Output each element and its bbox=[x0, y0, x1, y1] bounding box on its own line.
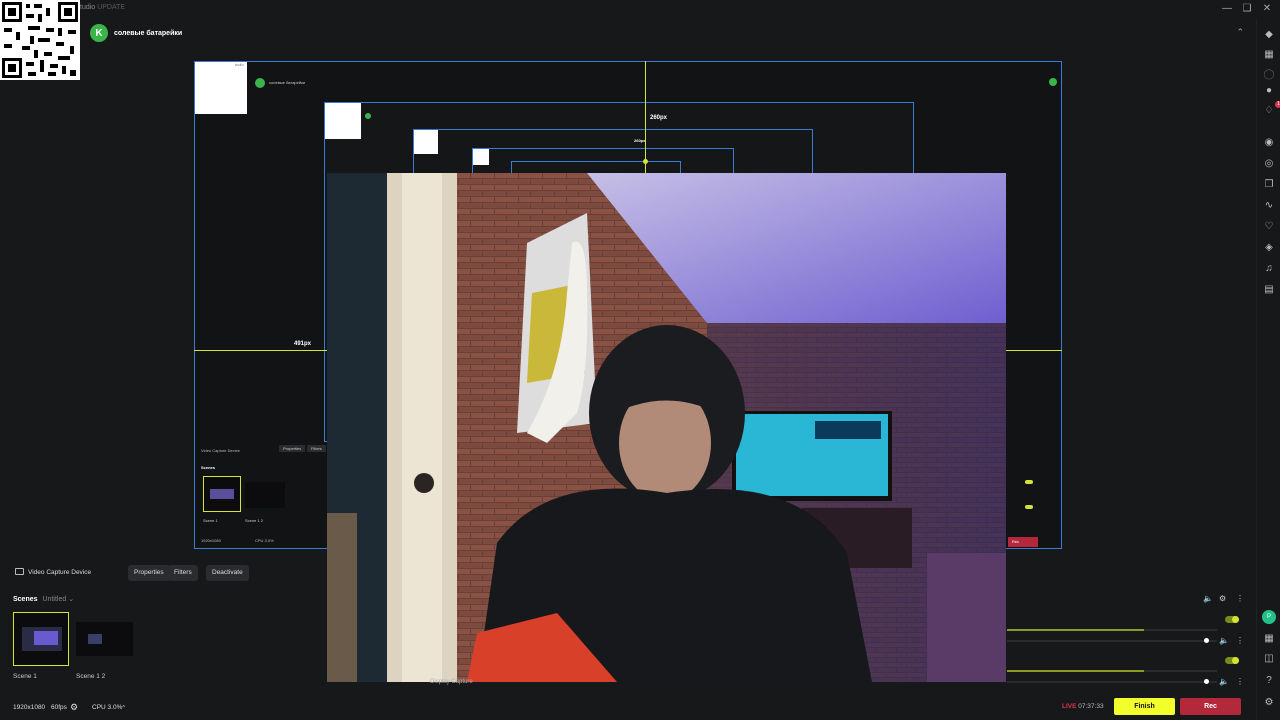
scenes-icon[interactable]: ❐ bbox=[1262, 178, 1276, 192]
right-sidebar: ◆ ▦ ◯ ● ♢ 1 ◉ ◎ ❐ ∿ ♡ ◈ ♫ ▤ P ▦ ◫ ? ⚙ bbox=[1256, 20, 1280, 720]
qr-code bbox=[0, 0, 80, 80]
live-indicator: LIVE 07:37:33 bbox=[1062, 703, 1104, 710]
scenes-header: Scenes Untitled ⌄ bbox=[13, 595, 75, 604]
alignment-guide-horizontal-left bbox=[194, 350, 327, 351]
source-name: Video Capture Device bbox=[28, 569, 92, 576]
nested-source-name: Video Capture Device bbox=[201, 448, 240, 453]
scene-thumb-1[interactable] bbox=[13, 612, 69, 666]
expand-icon[interactable]: ⌃ bbox=[121, 704, 126, 712]
nested-rec: Rec bbox=[1008, 537, 1038, 547]
mixer-mute-icon-1[interactable]: 🔈 bbox=[1219, 636, 1229, 645]
stats-settings-icon[interactable]: ⚙ bbox=[70, 702, 78, 713]
rec-button[interactable]: Rec bbox=[1180, 698, 1241, 715]
profile-name: солевые батарейки bbox=[114, 29, 183, 37]
nested-cpu: CPU 3.0% bbox=[255, 538, 274, 543]
nested-scene-thumb-1 bbox=[203, 476, 241, 512]
alignment-guide-vertical bbox=[645, 61, 646, 173]
fps: 60fps bbox=[51, 704, 67, 711]
mixer-volume-icon[interactable]: 🔈 bbox=[1203, 594, 1213, 603]
nested-logo-icon bbox=[255, 78, 265, 88]
trash-icon[interactable]: ▤ bbox=[1262, 283, 1276, 297]
nested-scene-thumb-2 bbox=[245, 482, 285, 508]
mixer-more-icon[interactable]: ⋮ bbox=[1236, 594, 1244, 603]
nested-scene-label-2: Scene 1 2 bbox=[245, 518, 264, 523]
layout-editor-icon[interactable]: ◫ bbox=[1262, 652, 1276, 666]
nested-title: tudio bbox=[235, 62, 244, 67]
scene-label-1: Scene 1 bbox=[13, 673, 37, 680]
video-source-icon bbox=[15, 568, 24, 575]
guide-left-label: 491px bbox=[294, 341, 312, 347]
heart-icon[interactable]: ♡ bbox=[1262, 220, 1276, 234]
mixer-settings-icon[interactable]: ⚙ bbox=[1219, 594, 1226, 603]
mixer-volume-track-1 bbox=[1007, 640, 1217, 642]
mixer-mute-icon-2[interactable]: 🔈 bbox=[1219, 677, 1229, 686]
guide-top-label: 260px bbox=[650, 115, 668, 121]
link-icon[interactable]: ∿ bbox=[1262, 199, 1276, 213]
cpu-usage: CPU 3.0% bbox=[92, 704, 123, 711]
layout-icon[interactable]: ▦ bbox=[1262, 48, 1276, 62]
studio-logo-icon: K bbox=[90, 24, 108, 42]
window-controls: — ❑ ✕ bbox=[1220, 2, 1274, 16]
maximize-icon[interactable]: ❑ bbox=[1240, 2, 1254, 16]
mixer-level-2 bbox=[1007, 670, 1144, 672]
properties-button[interactable]: Properties bbox=[128, 565, 170, 581]
display-capture-label: Display Capture bbox=[430, 679, 473, 685]
mixer-toggle-1[interactable] bbox=[1225, 616, 1239, 623]
scene-label-2: Scene 1 2 bbox=[76, 673, 106, 680]
nested-qr-code bbox=[195, 62, 247, 114]
mixer-menu-icon-1[interactable]: ⋮ bbox=[1236, 636, 1244, 645]
nested-scene-label-1: Scene 1 bbox=[203, 518, 218, 523]
record-icon[interactable]: ◎ bbox=[1262, 157, 1276, 171]
scene-thumb-2[interactable] bbox=[76, 622, 133, 656]
tip-icon[interactable]: ◈ bbox=[1262, 241, 1276, 255]
mixer-level-1 bbox=[1007, 629, 1144, 631]
webcam-source[interactable] bbox=[327, 173, 1006, 682]
camera-icon[interactable]: ◉ bbox=[1262, 136, 1276, 150]
resolution: 1920x1080 bbox=[13, 704, 46, 711]
widget-icon[interactable]: ▦ bbox=[1262, 632, 1276, 646]
scene-collection-dropdown[interactable]: Untitled ⌄ bbox=[43, 595, 75, 603]
streamlabs-app: tudio UPDATE — ❑ ✕ K солевые батарейки ⌃ … bbox=[0, 0, 1280, 720]
deactivate-button[interactable]: Deactivate bbox=[206, 565, 249, 581]
profile[interactable]: K солевые батарейки bbox=[90, 24, 182, 42]
app-title: tudio UPDATE bbox=[80, 4, 126, 11]
nested-scenes-title: Scenes bbox=[201, 465, 216, 470]
close-icon[interactable]: ✕ bbox=[1260, 2, 1274, 16]
mixer-menu-icon-2[interactable]: ⋮ bbox=[1236, 677, 1244, 686]
mixer-volume-track-2 bbox=[1007, 681, 1217, 683]
mixer-toggle-2[interactable] bbox=[1225, 657, 1239, 664]
collapse-icon[interactable]: ⌃ bbox=[1236, 27, 1244, 38]
finish-button[interactable]: Finish bbox=[1114, 698, 1175, 715]
nested-filters: Filters bbox=[307, 445, 326, 452]
dashboard-icon[interactable]: ◯ bbox=[1262, 68, 1276, 82]
mixer-volume-knob-2[interactable] bbox=[1204, 679, 1209, 684]
music-icon[interactable]: ♫ bbox=[1262, 262, 1276, 276]
source-toolbar: Video Capture Device Properties Filters … bbox=[8, 562, 1248, 584]
studio-mode-icon[interactable]: ◆ bbox=[1262, 28, 1276, 42]
help-icon[interactable]: ? bbox=[1262, 674, 1276, 688]
mixer-volume-knob-1[interactable] bbox=[1204, 638, 1209, 643]
notifications-icon[interactable]: ♢ 1 bbox=[1262, 101, 1280, 118]
nested-profile-name: солевые батарейки bbox=[269, 80, 306, 85]
nested-resolution: 1920x1080 bbox=[201, 538, 221, 543]
scenes-title: Scenes bbox=[13, 595, 38, 603]
minimize-icon[interactable]: — bbox=[1220, 2, 1234, 16]
chat-icon[interactable]: ● bbox=[1262, 84, 1276, 98]
filters-button[interactable]: Filters bbox=[168, 565, 198, 581]
alignment-guide-horizontal-right bbox=[1006, 350, 1062, 351]
nested-guide-label: 260px bbox=[634, 138, 646, 143]
guide-anchor bbox=[643, 159, 648, 164]
prime-icon[interactable]: P bbox=[1262, 610, 1276, 624]
nested-properties: Properties bbox=[279, 445, 306, 452]
